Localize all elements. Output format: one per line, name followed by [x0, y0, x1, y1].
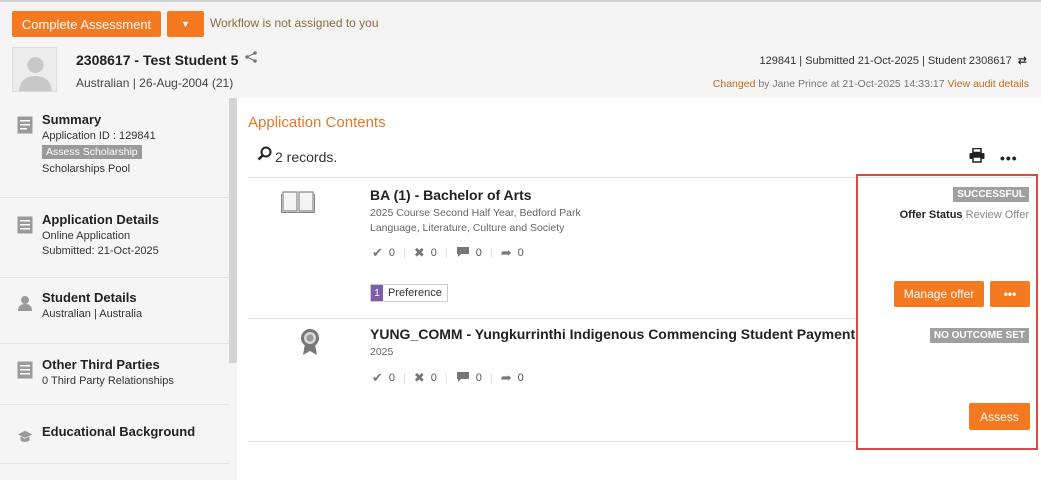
- sidebar-item-other-third-parties[interactable]: Other Third Parties 0 Third Party Relati…: [0, 357, 229, 405]
- preference-tag: 1 Preference: [370, 284, 448, 302]
- application-info: 129841 | Submitted 21-Oct-2025 | Student…: [760, 54, 1027, 67]
- print-icon[interactable]: [969, 147, 985, 168]
- record-subtitle: 2025 Course Second Half Year, Bedford Pa…: [370, 207, 581, 219]
- student-title: 2308617 - Test Student 5: [76, 52, 239, 68]
- preference-number: 1: [371, 285, 383, 301]
- swap-arrows-icon[interactable]: ⇄: [1018, 55, 1027, 67]
- record-subtitle: Language, Literature, Culture and Societ…: [370, 222, 565, 234]
- highlight-box: [856, 174, 1038, 450]
- record-title[interactable]: BA (1) - Bachelor of Arts: [370, 187, 532, 203]
- page-title: Application Contents: [248, 114, 386, 131]
- count-value: 0: [475, 372, 482, 384]
- sidebar-scrollbar[interactable]: [229, 98, 237, 363]
- avatar: [12, 47, 57, 92]
- complete-dropdown-button[interactable]: ▼: [167, 11, 204, 37]
- check-icon: ✔: [372, 245, 383, 260]
- sidebar-item-summary[interactable]: Summary Application ID : 129841 Assess S…: [0, 112, 229, 198]
- more-icon[interactable]: •••: [1000, 150, 1018, 166]
- records-count: 2 records.: [275, 149, 338, 165]
- record-counts: ✔ 0 | ✖ 0 | 0 | ➦ 0: [372, 370, 524, 386]
- workflow-message: Workflow is not assigned to you: [210, 16, 379, 30]
- application-doc-icon: [17, 216, 33, 234]
- sidebar-item-application-details[interactable]: Application Details Online Application S…: [0, 212, 229, 278]
- comment-icon: [456, 371, 470, 386]
- application-id: Application ID : 129841: [42, 130, 156, 142]
- view-audit-link[interactable]: View audit details: [947, 78, 1029, 90]
- count-value: 0: [388, 372, 396, 384]
- sidebar-item-educational-background[interactable]: Educational Background: [0, 424, 229, 464]
- cross-icon: ✖: [413, 370, 425, 385]
- count-value: 0: [388, 247, 396, 259]
- third-party-count: 0 Third Party Relationships: [42, 375, 174, 387]
- count-value: 0: [517, 247, 524, 259]
- search-icon[interactable]: [257, 146, 273, 167]
- student-header: 2308617 - Test Student 5 Australian | 26…: [0, 40, 1041, 98]
- check-icon: ✔: [372, 370, 383, 385]
- book-icon: [281, 189, 315, 218]
- complete-assessment-button[interactable]: Complete Assessment: [12, 11, 161, 37]
- third-party-doc-icon: [17, 361, 33, 379]
- share-icon[interactable]: [245, 50, 257, 67]
- submitted-date: Submitted: 21-Oct-2025: [42, 245, 159, 257]
- sidebar-item-label: Summary: [42, 112, 102, 127]
- status-badge: Assess Scholarship: [42, 145, 142, 159]
- audit-line: Changed by Jane Prince at 21-Oct-2025 14…: [713, 78, 1029, 90]
- forward-arrow-icon: ➦: [500, 245, 512, 260]
- divider: [248, 318, 856, 319]
- sidebar-item-label: Student Details: [42, 290, 137, 305]
- sidebar-item-label: Other Third Parties: [42, 357, 160, 372]
- count-value: 0: [475, 247, 482, 259]
- changed-text: by Jane Prince at 21-Oct-2025 14:33:17: [755, 78, 948, 90]
- comment-icon: [456, 246, 470, 261]
- record-counts: ✔ 0 | ✖ 0 | 0 | ➦ 0: [372, 245, 524, 261]
- person-icon: [18, 296, 32, 311]
- student-subtitle: Australian | 26-Aug-2004 (21): [76, 76, 234, 90]
- record-subtitle: 2025: [370, 346, 394, 358]
- nationality: Australian | Australia: [42, 308, 143, 320]
- sidebar-item-label: Educational Background: [42, 424, 196, 439]
- sidebar-item-label: Application Details: [42, 212, 160, 227]
- forward-arrow-icon: ➦: [500, 370, 512, 385]
- top-toolbar: Complete Assessment ▼ Workflow is not as…: [0, 0, 1041, 40]
- count-value: 0: [430, 372, 437, 384]
- graduation-cap-icon: [17, 430, 33, 442]
- application-info-text: 129841 | Submitted 21-Oct-2025 | Student…: [759, 55, 1012, 67]
- user-silhouette-icon: [13, 48, 56, 91]
- preference-label: Preference: [388, 287, 442, 299]
- count-value: 0: [430, 247, 437, 259]
- sidebar-item-student-details[interactable]: Student Details Australian | Australia: [0, 290, 229, 344]
- pool-name: Scholarships Pool: [42, 163, 131, 175]
- count-value: 0: [517, 372, 524, 384]
- divider: [248, 441, 856, 442]
- record-title[interactable]: YUNG_COMM - Yungkurrinthi Indigenous Com…: [370, 326, 855, 342]
- changed-label: Changed: [712, 78, 756, 90]
- application-type: Online Application: [42, 230, 131, 242]
- summary-doc-icon: [17, 116, 33, 134]
- cross-icon: ✖: [413, 245, 425, 260]
- award-medal-icon: [300, 328, 320, 361]
